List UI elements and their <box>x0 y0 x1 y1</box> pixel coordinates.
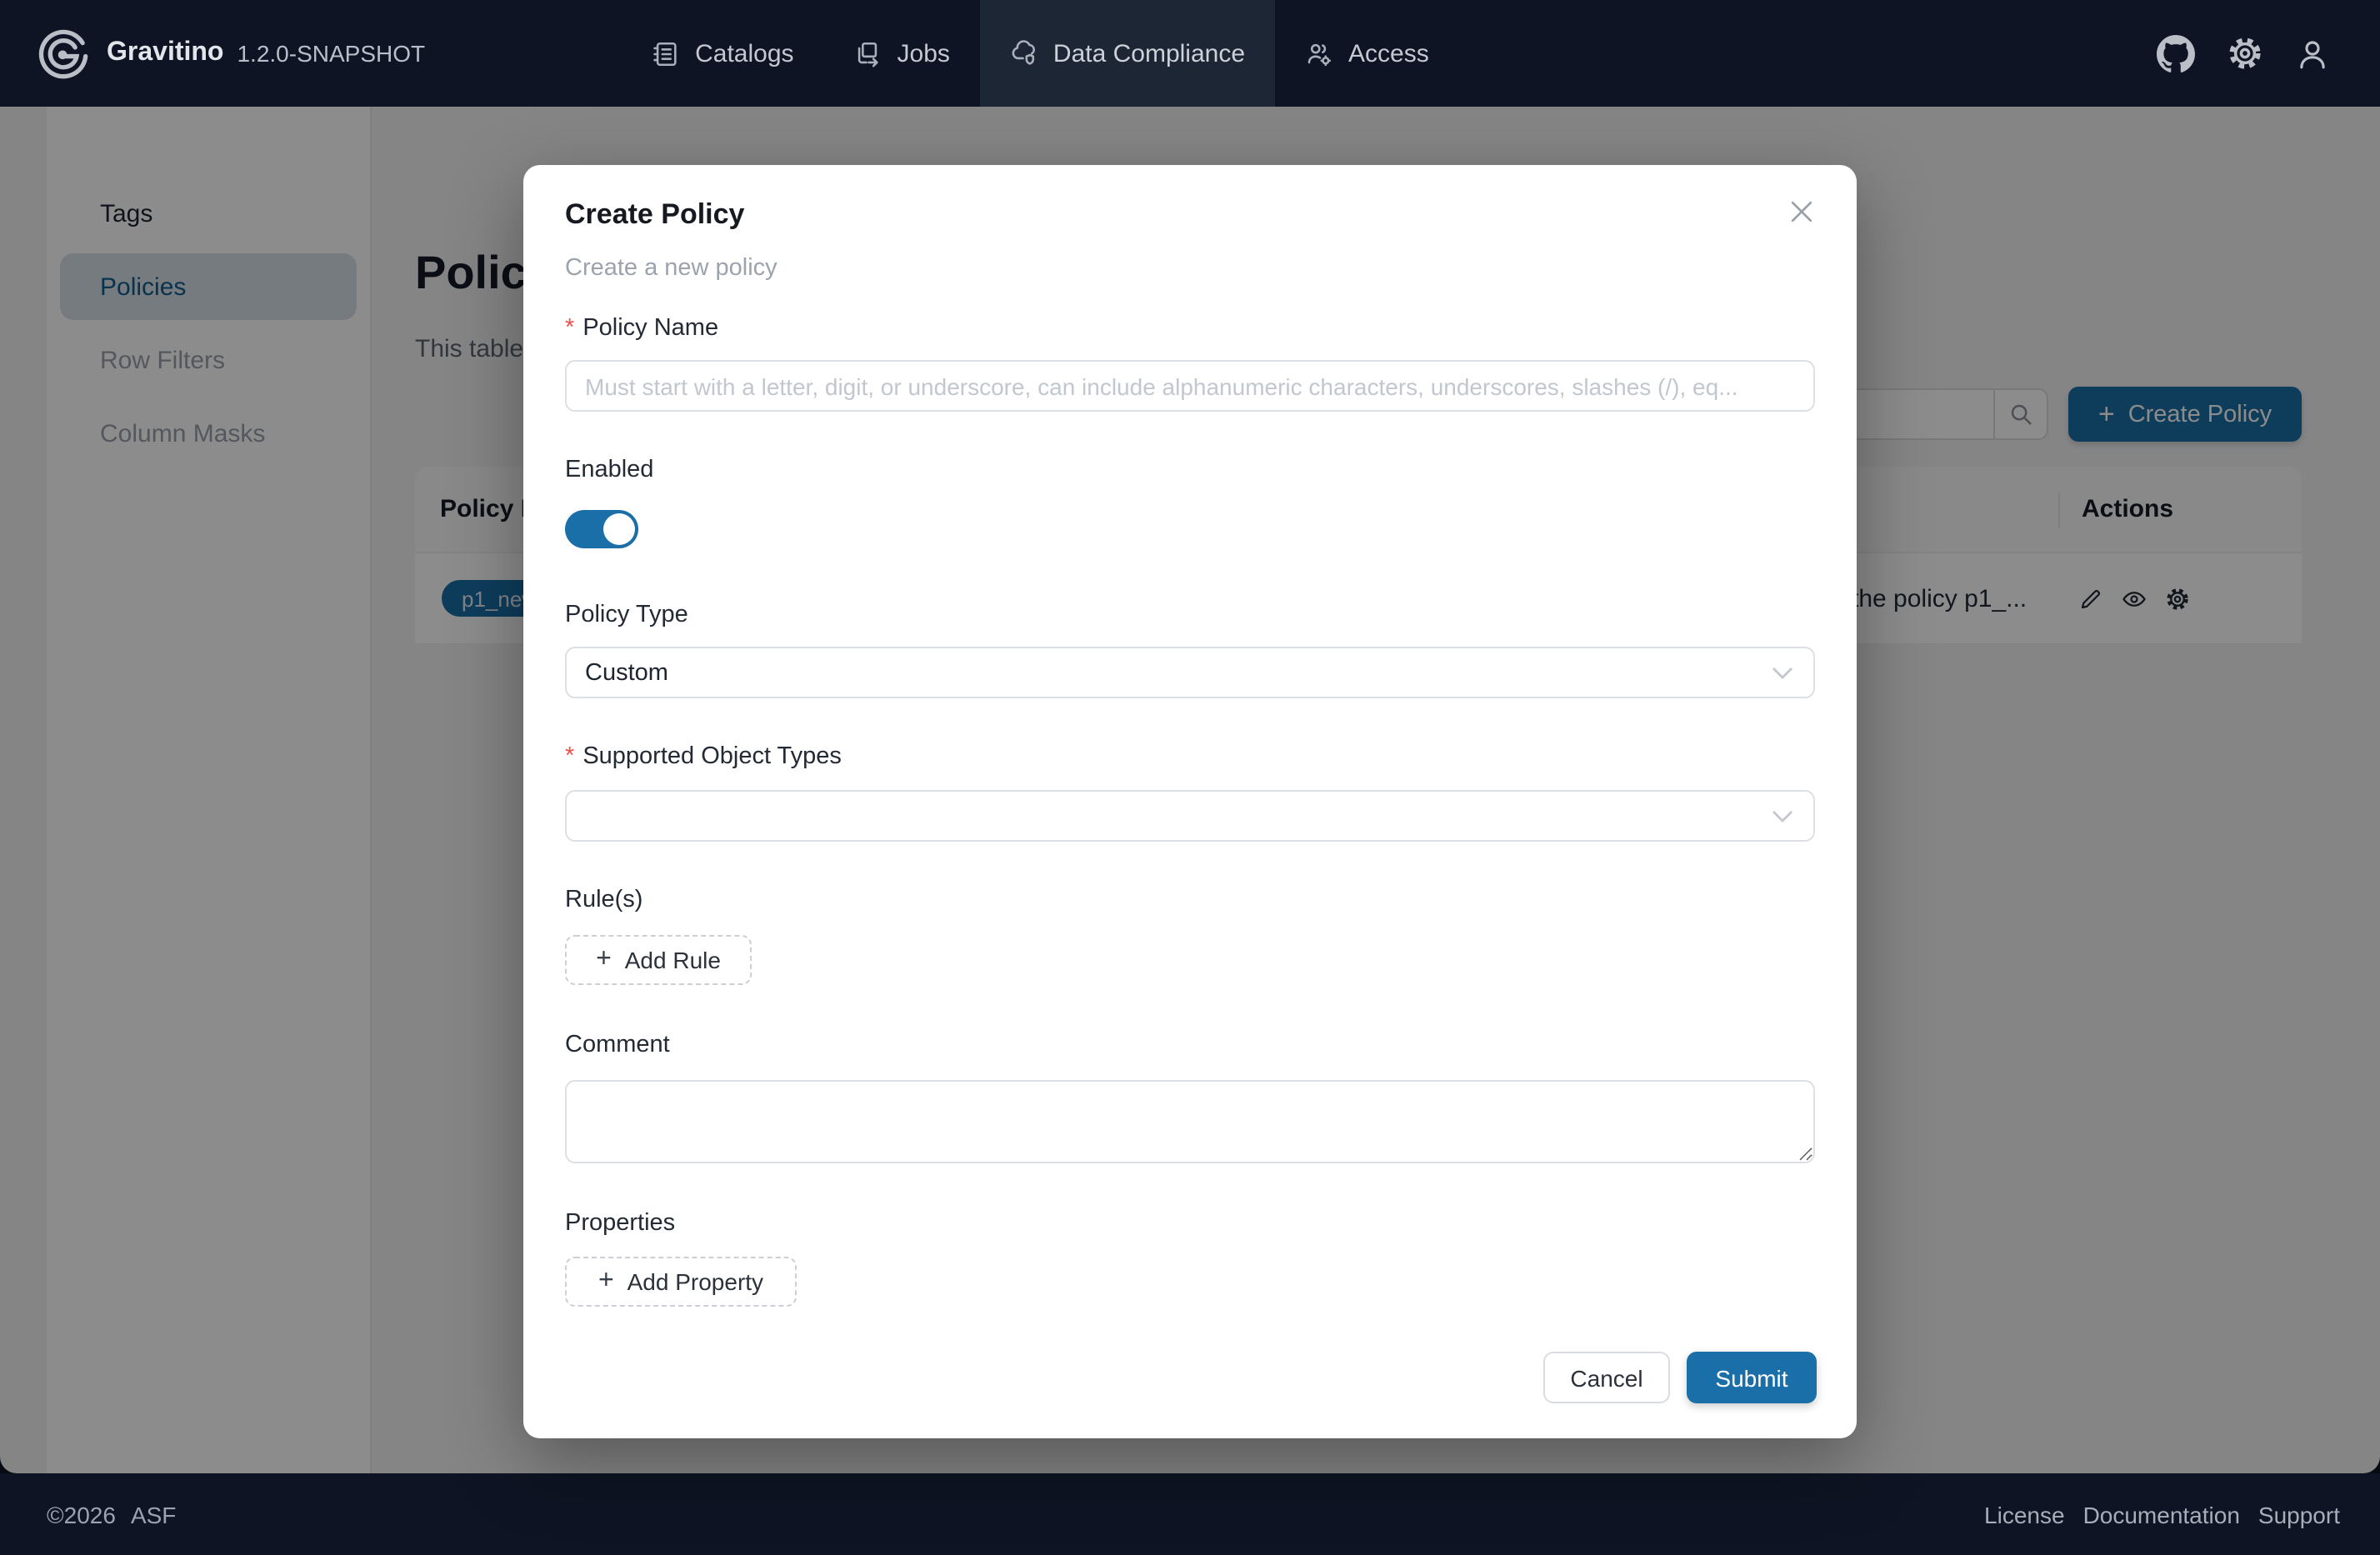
nav-item-label: Access <box>1348 39 1429 68</box>
brand-version: 1.2.0-SNAPSHOT <box>237 40 425 67</box>
add-property-button[interactable]: + Add Property <box>565 1257 797 1307</box>
navbar-right <box>2157 34 2330 72</box>
create-policy-modal: Create Policy Create a new policy * Poli… <box>523 165 1857 1438</box>
rules-label: Rule(s) <box>565 887 642 913</box>
plus-icon: + <box>596 947 612 973</box>
catalogs-icon <box>652 39 680 68</box>
copyright-year: ©2026 <box>47 1501 116 1528</box>
main-nav: Catalogs Jobs Data Compliance Access <box>622 0 1459 107</box>
policy-type-select[interactable]: Custom <box>565 647 1815 698</box>
footer-link-license[interactable]: License <box>1984 1501 2065 1528</box>
footer-links: License Documentation Support <box>1984 1501 2340 1528</box>
top-navbar: Gravitino 1.2.0-SNAPSHOT Catalogs Jobs <box>0 0 2380 107</box>
comment-textarea[interactable] <box>565 1080 1815 1163</box>
brand-name: Gravitino <box>107 38 223 68</box>
modal-subtitle: Create a new policy <box>565 255 778 282</box>
settings-gear-icon[interactable] <box>2227 35 2263 72</box>
copyright: ©2026 ASF <box>47 1501 176 1528</box>
policy-name-input[interactable] <box>565 360 1815 412</box>
nav-item-label: Catalogs <box>695 39 793 68</box>
required-asterisk: * <box>565 315 574 342</box>
supported-object-types-label: * Supported Object Types <box>565 743 842 770</box>
nav-item-access[interactable]: Access <box>1275 0 1459 107</box>
footer-link-support[interactable]: Support <box>2258 1501 2340 1528</box>
copyright-org: ASF <box>131 1501 176 1528</box>
policy-type-value: Custom <box>585 659 668 686</box>
user-icon[interactable] <box>2295 36 2330 71</box>
footer-link-documentation[interactable]: Documentation <box>2083 1501 2240 1528</box>
comment-label: Comment <box>565 1032 670 1058</box>
submit-button[interactable]: Submit <box>1687 1352 1817 1403</box>
gravitino-logo-icon <box>37 27 90 80</box>
properties-label: Properties <box>565 1210 675 1237</box>
chevron-down-icon <box>1772 809 1793 822</box>
nav-item-label: Jobs <box>898 39 950 68</box>
nav-item-label: Data Compliance <box>1053 39 1245 68</box>
nav-item-catalogs[interactable]: Catalogs <box>622 0 823 107</box>
jobs-icon <box>854 39 882 68</box>
enabled-toggle[interactable] <box>565 510 638 548</box>
add-rule-button[interactable]: + Add Rule <box>565 935 752 985</box>
policy-name-label: * Policy Name <box>565 315 718 342</box>
access-icon <box>1305 39 1333 68</box>
nav-item-data-compliance[interactable]: Data Compliance <box>980 0 1275 107</box>
toggle-knob <box>603 513 635 545</box>
close-icon[interactable] <box>1783 193 1820 230</box>
github-icon[interactable] <box>2157 34 2195 72</box>
cancel-button[interactable]: Cancel <box>1543 1352 1670 1403</box>
plus-icon: + <box>598 1268 614 1295</box>
supported-object-types-select[interactable] <box>565 790 1815 842</box>
gravitino-app: Gravitino 1.2.0-SNAPSHOT Catalogs Jobs <box>0 0 2380 1555</box>
modal-title: Create Policy <box>565 198 744 232</box>
required-asterisk: * <box>565 743 574 770</box>
enabled-label: Enabled <box>565 457 653 483</box>
brand[interactable]: Gravitino 1.2.0-SNAPSHOT <box>37 27 425 80</box>
page-footer: ©2026 ASF License Documentation Support <box>0 1473 2380 1555</box>
policy-type-label: Policy Type <box>565 602 688 628</box>
data-compliance-icon <box>1010 39 1038 68</box>
chevron-down-icon <box>1772 666 1793 679</box>
nav-item-jobs[interactable]: Jobs <box>824 0 980 107</box>
